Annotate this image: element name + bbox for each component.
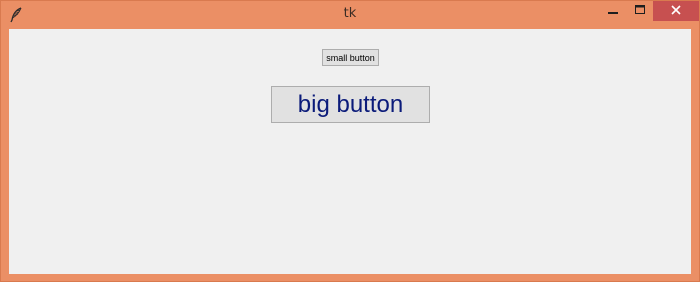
window-title: tk <box>343 6 357 21</box>
maximize-button[interactable] <box>627 1 653 21</box>
title-bar[interactable]: tk <box>1 1 699 29</box>
app-window: tk small button big button <box>0 0 700 282</box>
big-button[interactable]: big button <box>271 86 430 123</box>
minimize-button[interactable] <box>599 1 627 21</box>
close-icon <box>671 2 681 20</box>
minimize-icon <box>608 2 618 20</box>
small-button[interactable]: small button <box>322 49 379 66</box>
maximize-icon <box>635 2 645 20</box>
window-content: small button big button <box>9 29 691 274</box>
close-button[interactable] <box>653 1 699 21</box>
